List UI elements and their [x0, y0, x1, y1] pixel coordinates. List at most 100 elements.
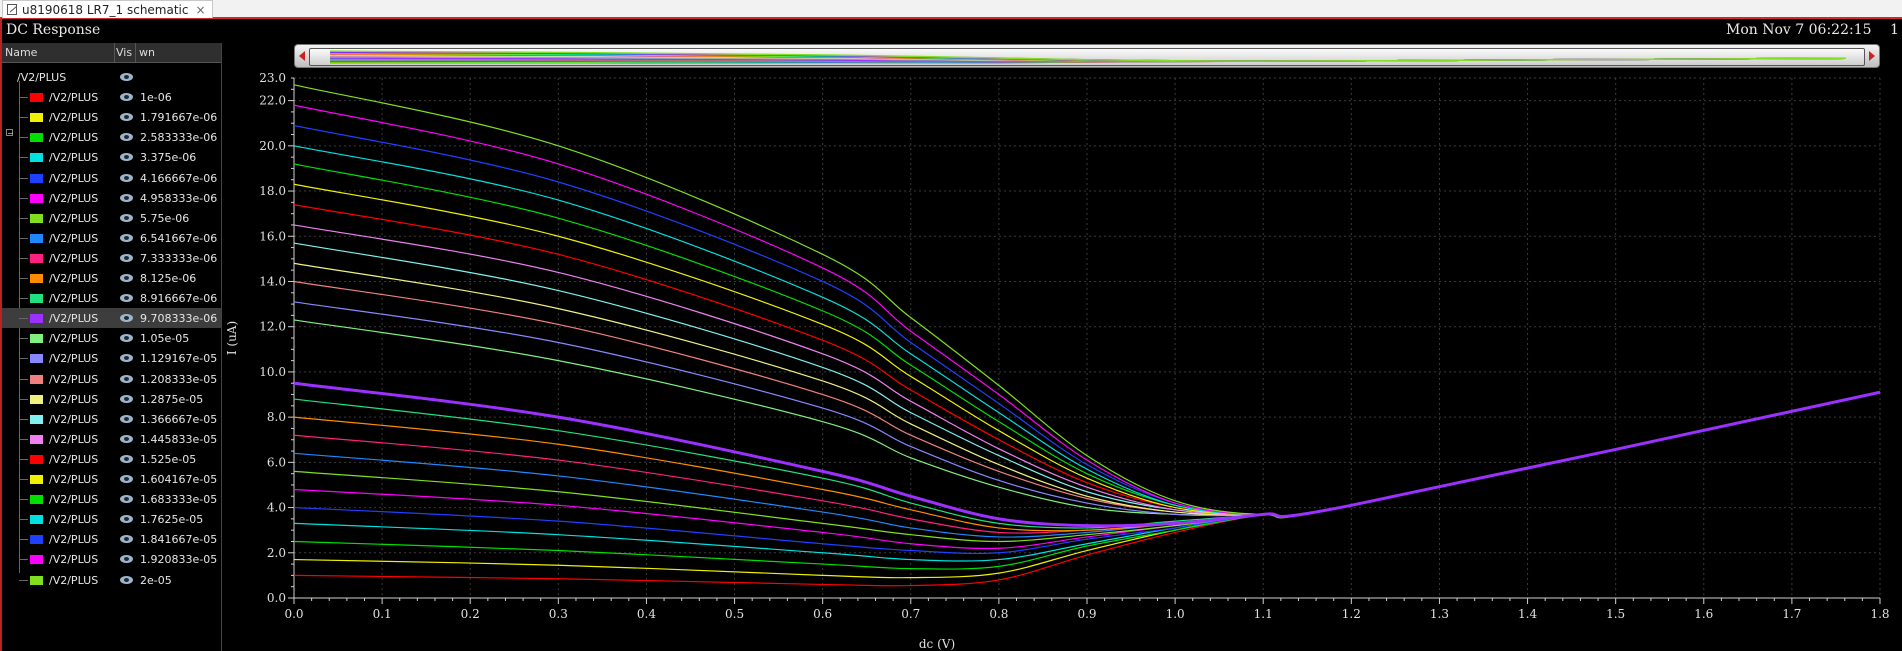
legend-row[interactable]: /V2/PLUS 1.366667e-05 — [2, 409, 221, 429]
column-vis[interactable]: Vis — [116, 46, 132, 59]
visibility-eye-icon[interactable] — [120, 575, 133, 584]
legend-row[interactable]: /V2/PLUS 1.920833e-05 — [2, 549, 221, 569]
visibility-eye-icon[interactable] — [120, 193, 133, 202]
visibility-eye-icon[interactable] — [120, 113, 133, 122]
legend-row[interactable]: /V2/PLUS 1.05e-05 — [2, 328, 221, 348]
legend-series-name: /V2/PLUS — [49, 513, 99, 527]
y-tick-label: 23.0 — [259, 71, 286, 85]
legend-row[interactable]: /V2/PLUS 5.75e-06 — [2, 208, 221, 228]
tree-branch — [19, 499, 28, 501]
column-wn[interactable]: wn — [139, 46, 155, 59]
legend-row[interactable]: /V2/PLUS 8.125e-06 — [2, 268, 221, 288]
legend-wn-value: 3.375e-06 — [140, 151, 197, 165]
tree-branch — [19, 237, 28, 239]
plot-canvas[interactable]: 0.0 0.1 0.2 0.3 0.4 0.5 0.6 0.7 0.8 0.9 1.0 1.1 1.2 1… — [0, 0, 1902, 651]
legend-row[interactable]: /V2/PLUS 3.375e-06 — [2, 147, 221, 167]
visibility-eye-icon[interactable] — [120, 334, 133, 343]
legend-row[interactable]: /V2/PLUS 1.129167e-05 — [2, 348, 221, 368]
legend-row[interactable]: /V2/PLUS 1.841667e-05 — [2, 529, 221, 549]
y-tick-label: 2.0 — [267, 546, 286, 560]
legend-swatch — [30, 274, 43, 283]
legend-row[interactable]: /V2/PLUS 2e-05 — [2, 570, 221, 590]
legend-series-name: /V2/PLUS — [49, 151, 99, 165]
tree-branch — [19, 579, 28, 581]
legend-row[interactable]: /V2/PLUS 1.791667e-06 — [2, 107, 221, 127]
legend-swatch — [30, 133, 43, 143]
legend-row[interactable]: /V2/PLUS 1e-06 — [2, 87, 221, 107]
horizontal-scrollbar[interactable] — [294, 44, 1880, 68]
x-tick-label: 1.7 — [1782, 607, 1801, 621]
legend-swatch — [30, 374, 43, 384]
legend-swatch — [30, 314, 43, 324]
legend-series-name: /V2/PLUS — [49, 211, 99, 225]
legend-row[interactable]: /V2/PLUS 7.333333e-06 — [2, 248, 221, 268]
visibility-eye-icon[interactable] — [120, 93, 133, 102]
legend-series-name: /V2/PLUS — [49, 352, 99, 366]
visibility-eye-icon[interactable] — [120, 274, 133, 282]
visibility-eye-icon[interactable] — [120, 374, 133, 383]
legend-swatch — [30, 394, 43, 404]
column-name[interactable]: Name — [5, 46, 37, 59]
legend-row[interactable]: /V2/PLUS 9.708333e-06 — [2, 308, 221, 329]
visibility-eye-icon[interactable] — [120, 133, 133, 142]
visibility-eye-icon[interactable] — [120, 153, 133, 162]
visibility-eye-icon[interactable] — [120, 434, 133, 443]
tree-branch — [19, 137, 28, 139]
tree-branch — [19, 298, 28, 300]
legend-wn-value: 2e-05 — [140, 573, 172, 587]
legend-row[interactable]: /V2/PLUS 1.445833e-05 — [2, 429, 221, 449]
scrollbar-thumb[interactable] — [309, 48, 1865, 66]
legend-row[interactable]: /V2/PLUS 1.208333e-05 — [2, 369, 221, 389]
visibility-eye-icon[interactable] — [120, 73, 133, 81]
visibility-eye-icon[interactable] — [120, 253, 133, 262]
visibility-eye-icon[interactable] — [120, 354, 133, 363]
visibility-eye-icon[interactable] — [120, 233, 133, 242]
x-tick-label: 0.9 — [1077, 607, 1096, 621]
tree-branch — [19, 418, 28, 420]
visibility-eye-icon[interactable] — [120, 213, 133, 222]
scroll-right-icon[interactable] — [1869, 51, 1875, 61]
legend-series-name: /V2/PLUS — [49, 473, 99, 486]
visibility-eye-icon[interactable] — [120, 294, 133, 303]
visibility-eye-icon[interactable] — [120, 454, 133, 463]
legend-swatch — [30, 334, 43, 344]
legend-series-name: /V2/PLUS — [49, 312, 99, 326]
legend-wn-value: 5.75e-06 — [140, 211, 190, 225]
visibility-eye-icon[interactable] — [120, 414, 133, 423]
x-tick-label: 0.1 — [373, 607, 392, 621]
legend-series-name: /V2/PLUS — [49, 231, 99, 245]
y-tick-label: 14.0 — [259, 274, 286, 288]
visibility-eye-icon[interactable] — [120, 394, 133, 403]
visibility-eye-icon[interactable] — [120, 535, 133, 544]
visibility-eye-icon[interactable] — [120, 475, 133, 483]
legend-row[interactable]: /V2/PLUS 1.683333e-05 — [2, 489, 221, 509]
legend-row[interactable]: /V2/PLUS 1.2875e-05 — [2, 389, 221, 409]
legend-row[interactable]: /V2/PLUS 8.916667e-06 — [2, 288, 221, 308]
legend-swatch — [30, 233, 43, 243]
legend-wn-value: 1.7625e-05 — [140, 513, 204, 527]
x-tick-label: 1.8 — [1870, 607, 1889, 621]
legend-row[interactable]: /V2/PLUS 1.7625e-05 — [2, 509, 221, 529]
legend-group-row[interactable]: /V2/PLUS — [2, 67, 221, 87]
legend-row[interactable]: /V2/PLUS 4.958333e-06 — [2, 188, 221, 208]
legend-row[interactable]: /V2/PLUS 1.525e-05 — [2, 449, 221, 469]
window-title: DC Response — [6, 22, 101, 38]
visibility-eye-icon[interactable] — [120, 555, 133, 564]
tree-branch — [19, 358, 28, 360]
legend-swatch — [30, 253, 43, 263]
visibility-eye-icon[interactable] — [120, 495, 133, 504]
legend-wn-value: 7.333333e-06 — [140, 251, 218, 265]
legend-row[interactable]: /V2/PLUS 6.541667e-06 — [2, 228, 221, 248]
visibility-eye-icon[interactable] — [120, 515, 133, 524]
legend-series-name: /V2/PLUS — [49, 251, 99, 265]
legend-swatch — [30, 193, 43, 203]
legend-row[interactable]: /V2/PLUS 1.604167e-05 — [2, 469, 221, 489]
legend-wn-value: 1.05e-05 — [140, 332, 190, 346]
legend-wn-value: 8.125e-06 — [140, 272, 197, 285]
legend-row[interactable]: /V2/PLUS 2.583333e-06 — [2, 127, 221, 147]
scroll-left-icon[interactable] — [299, 51, 305, 61]
visibility-eye-icon[interactable] — [120, 173, 133, 182]
legend-row[interactable]: /V2/PLUS 4.166667e-06 — [2, 168, 221, 188]
visibility-eye-icon[interactable] — [120, 314, 133, 323]
legend-wn-value: 1.791667e-06 — [140, 111, 218, 125]
